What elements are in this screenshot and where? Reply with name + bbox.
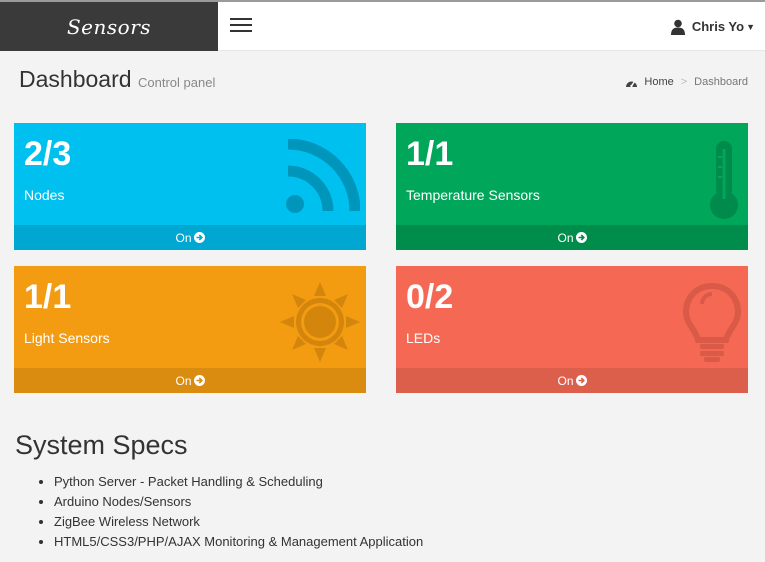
list-item: Arduino Nodes/Sensors [54, 492, 423, 512]
sun-icon [280, 282, 360, 362]
temperature-stat-box: 1/1 Temperature Sensors On [396, 123, 748, 250]
light-stat-box: 1/1 Light Sensors On [14, 266, 366, 393]
leds-stat-box: 0/2 LEDs On [396, 266, 748, 393]
footer-label: On [557, 230, 574, 245]
stat-label: Nodes [24, 187, 65, 203]
nodes-stat-box: 2/3 Nodes On [14, 123, 366, 250]
menu-icon [230, 18, 252, 20]
list-item: Python Server - Packet Handling & Schedu… [54, 472, 423, 492]
list-item: ZigBee Wireless Network [54, 512, 423, 532]
dashboard-icon [625, 77, 638, 88]
caret-down-icon: ▼ [746, 21, 755, 32]
stat-value: 1/1 [24, 278, 72, 316]
rss-icon [280, 138, 361, 219]
stat-value: 0/2 [406, 278, 454, 316]
list-item: HTML5/CSS3/PHP/AJAX Monitoring & Managem… [54, 532, 423, 552]
arrow-circle-right-icon [575, 375, 587, 386]
breadcrumb-separator: > [680, 76, 688, 88]
page-title: Dashboard [19, 66, 132, 92]
breadcrumb-home-link[interactable]: Home [625, 76, 674, 88]
specs-heading: System Specs [15, 430, 188, 460]
stat-label: Light Sensors [24, 330, 110, 346]
stat-label: LEDs [406, 330, 441, 346]
logo[interactable]: Sensors [0, 2, 218, 51]
light-more-info-link[interactable]: On [14, 368, 366, 393]
footer-label: On [175, 373, 192, 388]
menu-icon-bar [230, 30, 252, 32]
leds-more-info-link[interactable]: On [396, 368, 748, 393]
breadcrumb-current: Dashboard [694, 76, 748, 88]
lightbulb-icon [662, 282, 742, 362]
top-navbar: Sensors Chris Yo ▼ [0, 0, 765, 51]
specs-list: Python Server - Packet Handling & Schedu… [36, 472, 423, 552]
user-icon [670, 19, 685, 35]
user-menu[interactable]: Chris Yo ▼ [670, 2, 755, 51]
temperature-more-info-link[interactable]: On [396, 225, 748, 250]
arrow-circle-right-icon [193, 375, 205, 386]
user-name: Chris Yo [691, 19, 745, 34]
breadcrumb: Home > Dashboard [625, 76, 748, 88]
footer-label: On [557, 373, 574, 388]
breadcrumb-home-label: Home [644, 76, 674, 88]
arrow-circle-right-icon [575, 232, 587, 243]
stat-value: 1/1 [406, 135, 454, 173]
stat-value: 2/3 [24, 135, 72, 173]
stat-label: Temperature Sensors [406, 187, 540, 203]
page-subtitle: Control panel [138, 75, 216, 90]
thermometer-icon [662, 139, 742, 219]
footer-label: On [175, 230, 192, 245]
sidebar-toggle-button[interactable] [230, 18, 252, 34]
menu-icon-bar [230, 24, 252, 26]
nodes-more-info-link[interactable]: On [14, 225, 366, 250]
arrow-circle-right-icon [193, 232, 205, 243]
